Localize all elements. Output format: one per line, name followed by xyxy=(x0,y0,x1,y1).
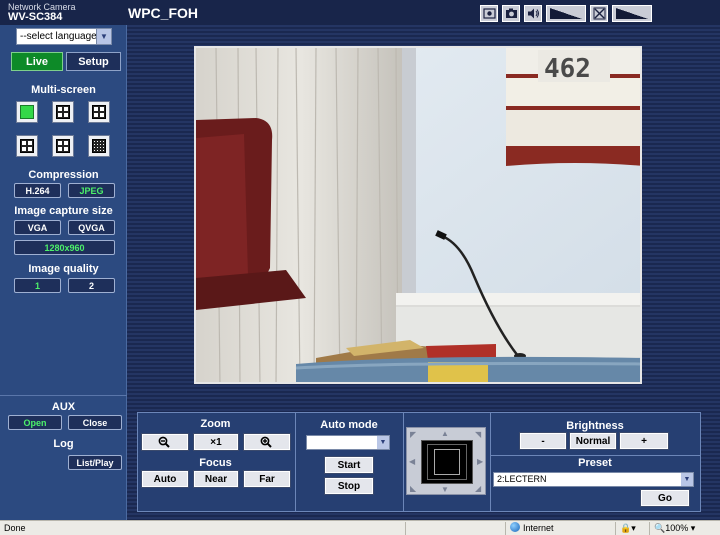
pan-down-right-icon[interactable]: ◢ xyxy=(475,484,481,493)
pan-left-icon[interactable]: ◀ xyxy=(409,457,415,466)
speaker-icon[interactable] xyxy=(524,4,542,22)
qvga-button[interactable]: QVGA xyxy=(68,220,115,235)
image-quality-title: Image quality xyxy=(28,263,99,275)
tilt-down-icon[interactable]: ▼ xyxy=(441,485,449,494)
brightness-title: Brightness xyxy=(566,420,624,432)
1280x960-button[interactable]: 1280x960 xyxy=(14,240,115,255)
pan-down-left-icon[interactable]: ◣ xyxy=(410,484,416,493)
chevron-down-icon[interactable]: ▼ xyxy=(681,473,693,486)
aux-open-button[interactable]: Open xyxy=(8,415,62,430)
speaker-volume-slider[interactable] xyxy=(546,4,586,22)
auto-mode-title: Auto mode xyxy=(320,419,378,431)
zoom-out-button[interactable] xyxy=(141,433,189,451)
globe-icon xyxy=(510,522,520,532)
zoom-in-icon xyxy=(260,436,272,448)
pan-right-icon[interactable]: ▶ xyxy=(477,457,483,466)
chevron-down-icon[interactable]: ▼ xyxy=(96,29,111,44)
header-bar: Network Camera WV-SC384 WPC_FOH xyxy=(0,0,720,25)
capture-size-title: Image capture size xyxy=(14,205,113,217)
live-video-feed[interactable]: 462 xyxy=(194,46,642,384)
brightness-plus-button[interactable]: + xyxy=(619,432,669,450)
sidebar-divider xyxy=(0,395,127,396)
log-title: Log xyxy=(53,438,74,450)
mic-volume-slider[interactable] xyxy=(612,4,652,22)
camera-title: WPC_FOH xyxy=(128,5,198,21)
sidebar: --select language-- ▼ Live Setup Multi-s… xyxy=(0,25,127,520)
vga-button[interactable]: VGA xyxy=(14,220,61,235)
focus-far-button[interactable]: Far xyxy=(243,470,291,488)
quad-screen-13-16-button[interactable] xyxy=(52,135,74,157)
preset-value: 2:LECTERN xyxy=(497,474,547,484)
aux-close-button[interactable]: Close xyxy=(68,415,122,430)
zone-label: Internet xyxy=(523,523,554,533)
zoom-in-button[interactable] xyxy=(243,433,291,451)
single-screen-button[interactable] xyxy=(16,101,38,123)
camera-icon[interactable] xyxy=(502,4,520,22)
magnifier-icon: 🔍 xyxy=(654,523,666,533)
quality-1-button[interactable]: 1 xyxy=(14,278,61,293)
preset-go-button[interactable]: Go xyxy=(640,489,690,507)
h264-button[interactable]: H.264 xyxy=(14,183,61,198)
quad-screen-9-12-button[interactable] xyxy=(16,135,38,157)
zoom-reset-button[interactable]: ×1 xyxy=(193,433,239,451)
tilt-up-icon[interactable]: ▲ xyxy=(441,429,449,438)
ptz-control-pad[interactable]: ◤ ▲ ◥ ◀ ▶ ◣ ▼ ◢ xyxy=(406,427,486,495)
protected-mode[interactable]: 🔒▾ xyxy=(615,522,649,535)
zoom-level-button[interactable]: 🔍100% ▾ xyxy=(649,522,720,535)
auto-mode-select[interactable]: ▼ xyxy=(306,435,390,450)
brightness-minus-button[interactable]: - xyxy=(519,432,567,450)
focus-title: Focus xyxy=(199,457,232,469)
quality-2-button[interactable]: 2 xyxy=(68,278,115,293)
lock-icon: 🔒▾ xyxy=(620,523,636,533)
auto-mode-stop-button[interactable]: Stop xyxy=(324,477,374,495)
room-number: 462 xyxy=(544,54,591,84)
language-select[interactable]: --select language-- ▼ xyxy=(16,28,112,45)
quad-screen-5-8-button[interactable] xyxy=(88,101,110,123)
quad-screen-1-4-button[interactable] xyxy=(52,101,74,123)
pan-up-left-icon[interactable]: ◤ xyxy=(410,430,416,439)
snapshot-icon[interactable] xyxy=(480,4,498,22)
auto-mode-start-button[interactable]: Start xyxy=(324,456,374,474)
language-select-value: --select language-- xyxy=(20,31,104,42)
preset-title: Preset xyxy=(578,457,612,469)
compression-title: Compression xyxy=(28,169,99,181)
chevron-down-icon[interactable]: ▼ xyxy=(377,436,389,449)
multiscreen-title: Multi-screen xyxy=(31,84,96,96)
aux-title: AUX xyxy=(51,401,76,413)
header-tools xyxy=(480,4,652,22)
log-list-play-button[interactable]: List/Play xyxy=(68,455,122,470)
pan-up-right-icon[interactable]: ◥ xyxy=(475,430,481,439)
sixteen-screen-button[interactable] xyxy=(88,135,110,157)
mic-mute-icon[interactable] xyxy=(590,4,608,22)
ptz-drag-area[interactable] xyxy=(421,440,473,484)
zoom-title: Zoom xyxy=(200,418,231,430)
zoom-level: 100% xyxy=(665,523,689,533)
zoom-out-icon xyxy=(158,436,170,448)
brand: Network Camera WV-SC384 xyxy=(8,2,76,23)
focus-auto-button[interactable]: Auto xyxy=(141,470,189,488)
status-text: Done xyxy=(4,523,26,533)
browser-status-bar: Done Internet 🔒▾ 🔍100% ▾ xyxy=(0,520,720,535)
jpeg-button[interactable]: JPEG xyxy=(68,183,115,198)
tab-setup[interactable]: Setup xyxy=(66,52,121,71)
focus-near-button[interactable]: Near xyxy=(193,470,239,488)
preset-select[interactable]: 2:LECTERN ▼ xyxy=(493,472,694,487)
camera-model: WV-SC384 xyxy=(8,11,63,23)
security-zone: Internet xyxy=(505,522,615,535)
video-frame-image: 462 xyxy=(196,48,640,382)
tab-live[interactable]: Live xyxy=(11,52,63,71)
brightness-normal-button[interactable]: Normal xyxy=(569,432,617,450)
